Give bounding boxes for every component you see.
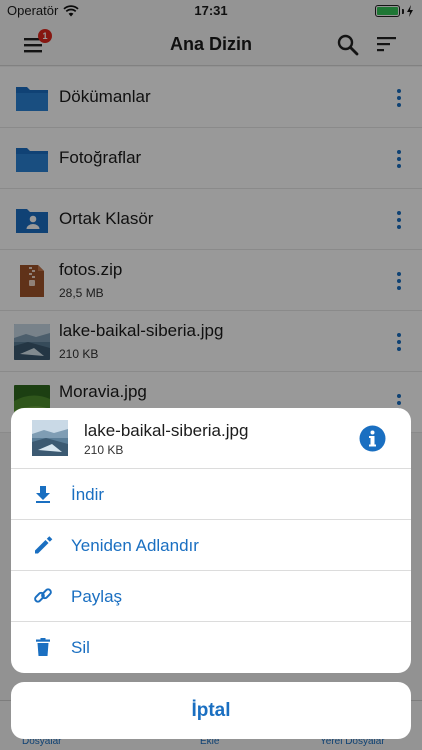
rename-label: Yeniden Adlandır <box>71 536 199 555</box>
share-label: Paylaş <box>71 587 123 606</box>
rename-action[interactable]: Yeniden Adlandır <box>11 520 411 571</box>
share-action[interactable]: Paylaş <box>11 571 411 622</box>
download-icon <box>36 486 50 503</box>
action-sheet-header: lake-baikal-siberia.jpg 210 KB <box>11 408 411 469</box>
action-sheet: lake-baikal-siberia.jpg 210 KB İndir Yen… <box>11 408 411 673</box>
link-icon <box>34 588 52 603</box>
download-label: İndir <box>71 485 105 504</box>
delete-label: Sil <box>71 638 90 657</box>
pencil-icon <box>35 536 53 554</box>
selected-file-name: lake-baikal-siberia.jpg <box>84 421 249 440</box>
selected-file-size: 210 KB <box>84 443 124 457</box>
info-icon[interactable] <box>359 425 386 452</box>
trash-icon <box>36 638 50 656</box>
image-thumbnail <box>32 420 68 456</box>
delete-action[interactable]: Sil <box>11 622 411 673</box>
cancel-button[interactable]: İptal <box>11 682 411 739</box>
download-action[interactable]: İndir <box>11 469 411 520</box>
